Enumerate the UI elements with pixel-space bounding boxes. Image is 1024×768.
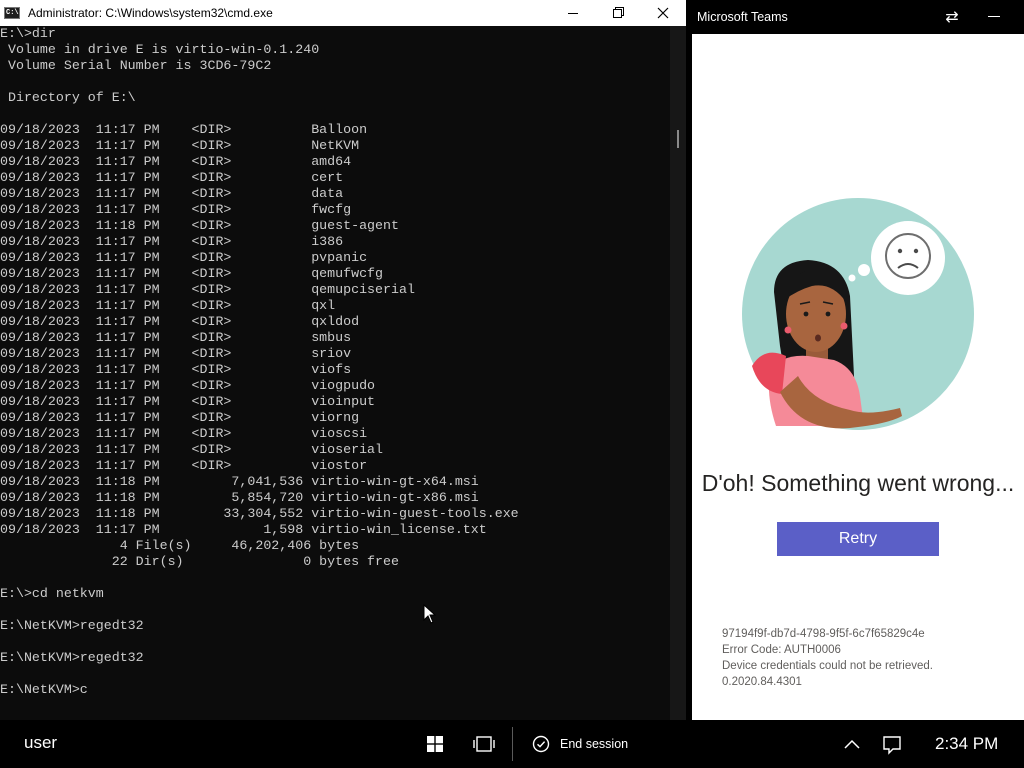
console-line: 09/18/2023 11:17 PM 1,598 virtio-win_lic… [0,522,487,537]
taskbar-separator [512,727,513,761]
check-circle-icon [532,735,550,753]
console-line: E:\NetKVM>regedt32 [0,618,144,633]
console-line: 09/18/2023 11:17 PM <DIR> pvpanic [0,250,368,265]
console-line: Volume Serial Number is 3CD6-79C2 [0,58,272,73]
console-line: Volume in drive E is virtio-win-0.1.240 [0,42,320,57]
cmd-icon: C:\ [4,7,20,19]
minimize-icon [568,12,578,14]
console-line: E:\>dir [0,26,56,41]
console-line: 22 Dir(s) 0 bytes free [0,554,399,569]
app-version: 0.2020.84.4301 [722,676,802,688]
console-line: 09/18/2023 11:17 PM <DIR> viofs [0,362,352,377]
end-session-label: End session [560,737,629,751]
teams-titlebar[interactable]: Microsoft Teams [692,0,1024,34]
scrollbar[interactable] [670,26,686,720]
mouse-pointer-icon [423,604,437,624]
console-line: E:\NetKVM>c [0,682,88,697]
error-correlation-id: 97194f9f-db7d-4798-9f5f-6c7f65829c4e [722,628,925,640]
console-line: 09/18/2023 11:18 PM 5,854,720 virtio-win… [0,490,479,505]
console-line: 09/18/2023 11:17 PM <DIR> smbus [0,330,352,345]
teams-window[interactable]: Microsoft Teams ⇄ D'oh! Something went w… [692,0,1024,720]
error-message: Device credentials could not be retrieve… [722,660,933,672]
console-line: 09/18/2023 11:18 PM 7,041,536 virtio-win… [0,474,479,489]
console-line: 09/18/2023 11:17 PM <DIR> qemufwcfg [0,266,384,281]
cmd-window-title: Administrator: C:\Windows\system32\cmd.e… [28,6,273,20]
console-line: 09/18/2023 11:17 PM <DIR> data [0,186,344,201]
taskbar-username: user [24,733,58,752]
retry-button[interactable]: Retry [777,522,939,556]
teams-window-title: Microsoft Teams [697,10,788,24]
error-code: Error Code: AUTH0006 [722,644,841,656]
console-line: E:\NetKVM>regedt32 [0,650,144,665]
chevron-up-icon[interactable] [840,733,864,755]
console-line: 09/18/2023 11:17 PM <DIR> vioserial [0,442,384,457]
close-button[interactable] [640,0,686,26]
notification-icon[interactable] [880,733,904,755]
console-line: 09/18/2023 11:17 PM <DIR> NetKVM [0,138,360,153]
console-line: 09/18/2023 11:17 PM <DIR> qxldod [0,314,360,329]
console-line: 09/18/2023 11:17 PM <DIR> cert [0,170,344,185]
console-line: 09/18/2023 11:17 PM <DIR> qemupciserial [0,282,415,297]
console-line: 09/18/2023 11:17 PM <DIR> viogpudo [0,378,376,393]
minimize-icon[interactable] [988,16,1000,17]
console-line: 09/18/2023 11:17 PM <DIR> vioscsi [0,426,368,441]
console-line: 09/18/2023 11:17 PM <DIR> viostor [0,458,368,473]
console-line: 09/18/2023 11:17 PM <DIR> viorng [0,410,360,425]
error-details: 97194f9f-db7d-4798-9f5f-6c7f65829c4e Err… [722,626,1012,690]
error-title: D'oh! Something went wrong... [701,470,1015,496]
taskbar-clock[interactable]: 2:34 PM [935,734,998,754]
console-line: 4 File(s) 46,202,406 bytes [0,538,360,553]
end-session-button[interactable]: End session [532,734,628,754]
console-line: 09/18/2023 11:17 PM <DIR> vioinput [0,394,376,409]
console-line: E:\>cd netkvm [0,586,104,601]
cmd-window[interactable]: C:\ Administrator: C:\Windows\system32\c… [0,0,686,720]
console-line: 09/18/2023 11:17 PM <DIR> fwcfg [0,202,352,217]
scrollbar-thumb[interactable] [677,130,679,148]
console-line: 09/18/2023 11:17 PM <DIR> sriov [0,346,352,361]
maximize-button[interactable] [594,0,640,26]
console-lines: E:\>dir Volume in drive E is virtio-win-… [0,26,670,698]
console-output[interactable]: E:\>dir Volume in drive E is virtio-win-… [0,26,670,720]
sad-woman-illustration [742,198,974,430]
windows-start-icon[interactable] [427,736,443,752]
task-view-icon[interactable] [472,733,496,755]
close-icon [657,7,669,19]
console-line: 09/18/2023 11:17 PM <DIR> Balloon [0,122,368,137]
swap-arrows-icon[interactable]: ⇄ [942,7,962,27]
restore-icon [612,8,622,18]
console-line: Directory of E:\ [0,90,136,105]
minimize-button[interactable] [550,0,596,26]
console-line: 09/18/2023 11:18 PM <DIR> guest-agent [0,218,399,233]
console-line: 09/18/2023 11:17 PM <DIR> i386 [0,234,344,249]
console-line: 09/18/2023 11:17 PM <DIR> qxl [0,298,336,313]
console-line: 09/18/2023 11:17 PM <DIR> amd64 [0,154,352,169]
console-line: 09/18/2023 11:18 PM 33,304,552 virtio-wi… [0,506,519,521]
